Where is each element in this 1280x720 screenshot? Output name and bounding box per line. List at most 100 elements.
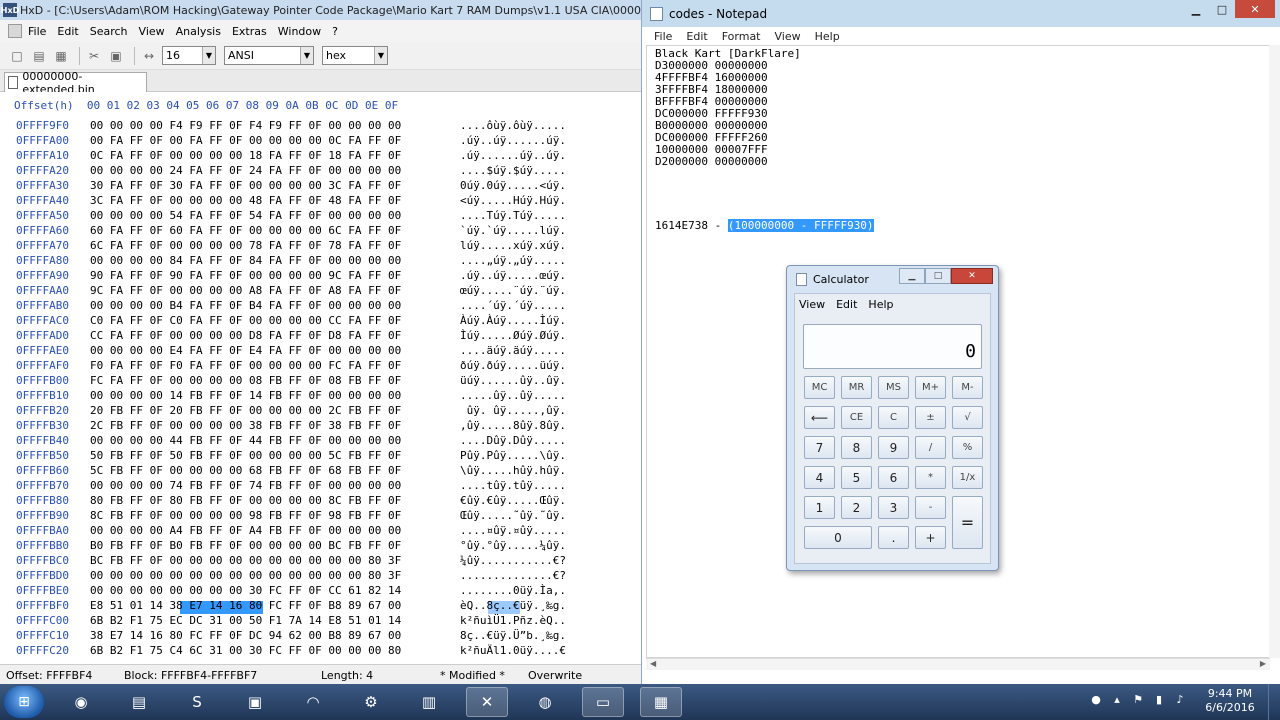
np-menu-file[interactable]: File (654, 30, 672, 43)
skype-icon[interactable]: S (176, 687, 218, 717)
np-menu-view[interactable]: View (775, 30, 801, 43)
new-file-icon[interactable]: □ (8, 47, 26, 65)
cut-icon[interactable]: ✂ (85, 47, 103, 65)
close-icon[interactable]: ✕ (1235, 0, 1275, 18)
menu-edit[interactable]: Edit (57, 25, 78, 38)
system-clock[interactable]: 9:44 PM 6/6/2016 (1200, 687, 1260, 715)
reciprocal-button[interactable]: 1/x (952, 466, 983, 489)
close-icon[interactable]: ✕ (951, 268, 993, 284)
chrome-icon[interactable]: ◉ (60, 687, 102, 717)
multiply-button[interactable]: * (915, 466, 946, 489)
file-explorer-icon[interactable]: ▤ (118, 687, 160, 717)
hex-row-bytes: 00 00 00 00 E4 FA FF 0F E4 FA FF 0F 00 0… (90, 344, 402, 357)
tray-app-icon[interactable]: ● (1088, 691, 1104, 707)
vertical-scrollbar[interactable] (1269, 45, 1280, 658)
hex-row-offset: 0FFFFB50 (16, 449, 69, 462)
digit-0-button[interactable]: 0 (804, 526, 872, 549)
calc-menu-edit[interactable]: Edit (836, 298, 857, 311)
hxd-title-bar[interactable]: HxD HxD - [C:\Users\Adam\ROM Hacking\Gat… (0, 0, 641, 20)
add-button[interactable]: + (915, 526, 946, 549)
notepad-title-bar[interactable]: codes - Notepad ▁ □ ✕ (642, 0, 1280, 27)
calculator-title-bar[interactable]: Calculator ▁ □ ✕ (787, 266, 998, 293)
np-menu-help[interactable]: Help (815, 30, 840, 43)
charset-select[interactable]: ANSI ▼ (224, 46, 314, 65)
subtract-button[interactable]: - (915, 496, 946, 519)
start-button[interactable]: ⊞ (4, 686, 44, 718)
digit-1-button[interactable]: 1 (804, 496, 835, 519)
hxd-icon[interactable]: ✕ (466, 687, 508, 717)
digit-9-button[interactable]: 9 (878, 436, 909, 459)
maximize-icon[interactable]: □ (925, 268, 951, 284)
menu-file[interactable]: File (28, 25, 46, 38)
volume-icon[interactable]: ♪ (1172, 691, 1188, 707)
calc-menu-view[interactable]: View (799, 298, 825, 311)
hex-row-ascii: `úÿ.`úÿ.....lúÿ. (460, 224, 566, 237)
minimize-icon[interactable]: ▁ (899, 268, 925, 284)
scroll-right-icon[interactable]: ▶ (1260, 659, 1266, 668)
hex-editor-view[interactable]: Offset(h) 00 01 02 03 04 05 06 07 08 09 … (0, 92, 641, 664)
tab-extended-bin[interactable]: 00000000-extended.bin (4, 70, 147, 96)
digit-8-button[interactable]: 8 (841, 436, 872, 459)
calculator-body: View Edit Help 0 MC MR MS M+ M- ⟵ CE C ±… (794, 293, 991, 564)
digit-3-button[interactable]: 3 (878, 496, 909, 519)
np-menu-edit[interactable]: Edit (686, 30, 707, 43)
digit-6-button[interactable]: 6 (878, 466, 909, 489)
dolphin-icon[interactable]: ◠ (292, 687, 334, 717)
show-hidden-icons-icon[interactable]: ▴ (1109, 691, 1125, 707)
paste-icon[interactable]: ▣ (107, 47, 125, 65)
calc-menu-help[interactable]: Help (868, 298, 893, 311)
mc-button[interactable]: MC (804, 376, 835, 399)
save-icon[interactable]: ▦ (52, 47, 70, 65)
notepad-icon[interactable]: ▭ (582, 687, 624, 717)
sqrt-button[interactable]: √ (952, 406, 983, 429)
hex-row-bytes: 6B B2 F1 75 EC DC 31 00 50 F1 7A 14 E8 5… (90, 614, 402, 627)
digit-2-button[interactable]: 2 (841, 496, 872, 519)
equals-button[interactable]: = (952, 496, 983, 549)
obs-icon[interactable]: ◍ (524, 687, 566, 717)
digit-5-button[interactable]: 5 (841, 466, 872, 489)
steam-icon[interactable]: ⚙ (350, 687, 392, 717)
hex-row-offset: 0FFFFB20 (16, 404, 69, 417)
decimal-button[interactable]: . (878, 526, 909, 549)
calculator-icon[interactable]: ▦ (640, 687, 682, 717)
plus-minus-button[interactable]: ± (915, 406, 946, 429)
ce-button[interactable]: CE (841, 406, 872, 429)
scroll-left-icon[interactable]: ◀ (650, 659, 656, 668)
backspace-button[interactable]: ⟵ (804, 406, 835, 429)
np-menu-format[interactable]: Format (722, 30, 761, 43)
m-minus-button[interactable]: M- (952, 376, 983, 399)
clear-button[interactable]: C (878, 406, 909, 429)
menu-search[interactable]: Search (90, 25, 128, 38)
digit-7-button[interactable]: 7 (804, 436, 835, 459)
minimize-icon[interactable]: ▁ (1183, 0, 1209, 18)
bytes-per-row-select[interactable]: 16 ▼ (162, 46, 216, 65)
menu-view[interactable]: View (139, 25, 165, 38)
menu-help[interactable]: ? (332, 25, 338, 38)
menu-analysis[interactable]: Analysis (176, 25, 221, 38)
hex-row-offset: 0FFFFBC0 (16, 554, 69, 567)
percent-button[interactable]: % (952, 436, 983, 459)
hex-row-offset: 0FFFFB80 (16, 494, 69, 507)
hex-row-bytes: FC FA FF 0F 00 00 00 00 08 FB FF 0F 08 F… (90, 374, 402, 387)
hex-row-bytes: 00 FA FF 0F 00 FA FF 0F 00 00 00 00 0C F… (90, 134, 402, 147)
menu-extras[interactable]: Extras (232, 25, 267, 38)
m-plus-button[interactable]: M+ (915, 376, 946, 399)
action-center-icon[interactable]: ⚑ (1130, 691, 1146, 707)
open-folder-icon[interactable]: ▤ (30, 47, 48, 65)
offset-base-select[interactable]: hex ▼ (322, 46, 388, 65)
mr-button[interactable]: MR (841, 376, 872, 399)
show-desktop-button[interactable] (1268, 684, 1280, 720)
horizontal-scrollbar[interactable]: ◀ ▶ (646, 658, 1270, 670)
hex-row-offset: 0FFFFBE0 (16, 584, 69, 597)
divide-button[interactable]: / (915, 436, 946, 459)
digit-4-button[interactable]: 4 (804, 466, 835, 489)
generic-app-icon[interactable]: ▣ (234, 687, 276, 717)
menu-window[interactable]: Window (278, 25, 321, 38)
maximize-icon[interactable]: □ (1209, 0, 1235, 18)
hex-row-bytes: 6C FA FF 0F 00 00 00 00 78 FA FF 0F 78 F… (90, 239, 402, 252)
package-icon[interactable]: ▥ (408, 687, 450, 717)
network-icon[interactable]: ▮ (1151, 691, 1167, 707)
document-icon (8, 24, 22, 38)
ms-button[interactable]: MS (878, 376, 909, 399)
hex-row-ascii: \ûÿ.....hûÿ.hûÿ. (460, 464, 566, 477)
